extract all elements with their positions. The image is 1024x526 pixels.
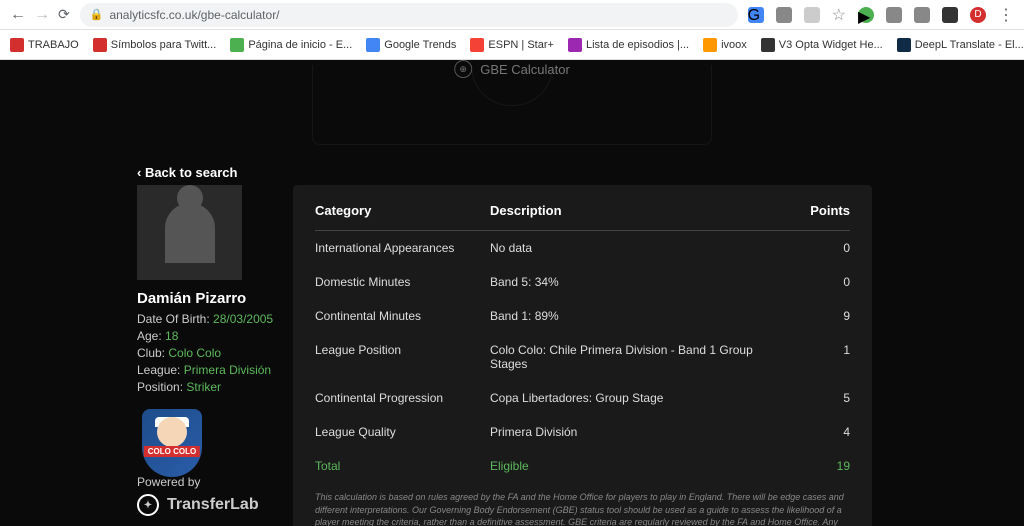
- table-header: Category Description Points: [315, 203, 850, 231]
- player-sidebar: Damián Pizarro Date Of Birth: 28/03/2005…: [137, 185, 277, 484]
- ext-icon[interactable]: G: [748, 7, 764, 23]
- forward-arrow[interactable]: →: [34, 6, 50, 24]
- bookmark-icon: [761, 38, 775, 52]
- bookmark-item[interactable]: Lista de episodios |...: [568, 38, 689, 52]
- bookmark-icon: [568, 38, 582, 52]
- table-row: Continental MinutesBand 1: 89%9: [315, 299, 850, 333]
- ext-icon[interactable]: [804, 7, 820, 23]
- bookmark-icon: [93, 38, 107, 52]
- bookmark-item[interactable]: Página de inicio - E...: [230, 38, 352, 52]
- table-row: League QualityPrimera División4: [315, 415, 850, 449]
- avatar-icon[interactable]: D: [970, 7, 986, 23]
- transferlab-logo[interactable]: ✦ TransferLab: [137, 494, 259, 516]
- bookmark-item[interactable]: Google Trends: [366, 38, 456, 52]
- extensions: G ☆ ▶ D ⋮: [748, 5, 1014, 25]
- table-row: Domestic MinutesBand 5: 34%0: [315, 265, 850, 299]
- player-name: Damián Pizarro: [137, 290, 277, 307]
- star-icon[interactable]: ☆: [832, 5, 846, 25]
- bookmark-icon: [230, 38, 244, 52]
- ext-icon[interactable]: [942, 7, 958, 23]
- player-dob: Date Of Birth: 28/03/2005: [137, 312, 277, 326]
- gbe-table: Category Description Points Internationa…: [293, 185, 872, 526]
- bookmark-item[interactable]: Símbolos para Twitt...: [93, 38, 217, 52]
- header-description: Description: [490, 203, 790, 218]
- bookmark-item[interactable]: V3 Opta Widget He...: [761, 38, 883, 52]
- ext-icon[interactable]: [886, 7, 902, 23]
- disclaimer: This calculation is based on rules agree…: [315, 491, 850, 526]
- bookmark-icon: [10, 38, 24, 52]
- bookmark-item[interactable]: TRABAJO: [10, 38, 79, 52]
- bookmarks-bar: TRABAJO Símbolos para Twitt... Página de i…: [0, 30, 1024, 60]
- bookmark-item[interactable]: DeepL Translate - El...: [897, 38, 1024, 52]
- bookmark-icon: [470, 38, 484, 52]
- ext-icon[interactable]: ▶: [858, 7, 874, 23]
- player-club: Club: Colo Colo: [137, 346, 277, 360]
- player-photo: [137, 185, 242, 280]
- header-icon: ⊕: [454, 60, 472, 78]
- header-points: Points: [790, 203, 850, 218]
- player-league: League: Primera División: [137, 363, 277, 377]
- menu-icon[interactable]: ⋮: [998, 5, 1014, 25]
- transferlab-icon: ✦: [137, 494, 159, 516]
- silhouette-icon: [165, 203, 215, 263]
- back-to-search-link[interactable]: ‹ Back to search: [137, 165, 237, 180]
- page-content: ⊕ GBE Calculator ‹ Back to search Damián…: [0, 60, 1024, 526]
- player-position: Position: Striker: [137, 380, 277, 394]
- club-logo: COLO COLO: [137, 409, 207, 484]
- lock-icon: 🔒: [90, 8, 104, 21]
- player-age: Age: 18: [137, 329, 277, 343]
- table-row: League PositionColo Colo: Chile Primera …: [315, 333, 850, 381]
- table-row: International AppearancesNo data0: [315, 231, 850, 265]
- bookmark-icon: [366, 38, 380, 52]
- ext-icon[interactable]: [776, 7, 792, 23]
- header-category: Category: [315, 203, 490, 218]
- back-arrow[interactable]: ←: [10, 6, 26, 24]
- bookmark-item[interactable]: ivoox: [703, 38, 747, 52]
- page-header: ⊕ GBE Calculator: [454, 60, 570, 78]
- table-row-total: Total Eligible 19: [315, 449, 850, 483]
- powered-by: Powered by ✦ TransferLab: [137, 475, 259, 516]
- bookmark-icon: [897, 38, 911, 52]
- browser-toolbar: ← → ⟳ 🔒 analyticsfc.co.uk/gbe-calculator…: [0, 0, 1024, 30]
- bookmark-icon: [703, 38, 717, 52]
- bookmark-item[interactable]: ESPN | Star+: [470, 38, 554, 52]
- reload-icon[interactable]: ⟳: [58, 6, 70, 23]
- ext-icon[interactable]: [914, 7, 930, 23]
- table-row: Continental ProgressionCopa Libertadores…: [315, 381, 850, 415]
- url-text: analyticsfc.co.uk/gbe-calculator/: [109, 8, 279, 22]
- url-bar[interactable]: 🔒 analyticsfc.co.uk/gbe-calculator/: [80, 3, 738, 27]
